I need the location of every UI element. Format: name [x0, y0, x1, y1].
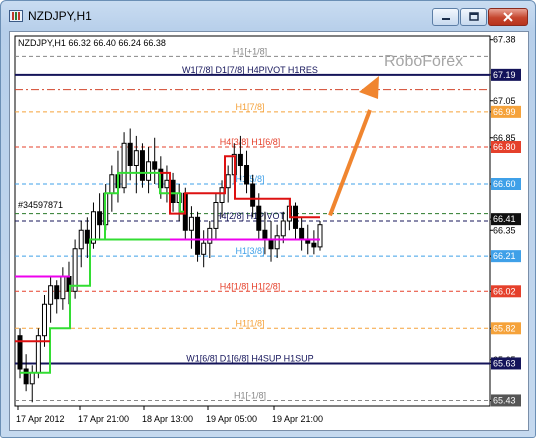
candle-body	[78, 229, 84, 250]
candle-body	[54, 285, 60, 300]
murrey-level-label: H1[5/8]	[235, 174, 264, 184]
candle-body	[262, 229, 268, 240]
candle-body	[219, 187, 225, 203]
price-label: 66.21	[493, 251, 516, 261]
candle-body	[317, 224, 323, 248]
time-label: 17 Apr 21:00	[78, 414, 129, 424]
candle-body	[170, 179, 176, 204]
candle-body	[23, 368, 29, 385]
candle-body	[250, 183, 256, 207]
candle-body	[146, 161, 152, 181]
time-label: 18 Apr 13:00	[142, 414, 193, 424]
candle-body	[225, 174, 231, 189]
price-label: 66.41	[493, 214, 516, 224]
price-label: 66.60	[493, 179, 516, 189]
candle-body	[207, 227, 213, 244]
murrey-level-label: H4[2/8] H1PIVOT	[215, 211, 286, 221]
maximize-button[interactable]	[460, 8, 487, 26]
price-label: 67.38	[493, 35, 516, 45]
window-title: NZDJPY,H1	[28, 9, 92, 23]
chart-window-icon	[9, 10, 23, 22]
roboforex-watermark: RoboForex	[384, 53, 463, 70]
price-label: 65.82	[493, 323, 516, 333]
candle-body	[311, 242, 317, 248]
minimize-icon	[441, 18, 450, 20]
close-icon	[503, 12, 513, 22]
maximize-icon	[468, 12, 479, 21]
price-chart[interactable]: H1[+1/8] W1[7/8] D1[7/8] H4PIVOT H1RES H1[…	[10, 32, 528, 430]
forecast-arrow-shaft	[328, 109, 372, 217]
murrey-level-label: H1[+1/8]	[233, 46, 267, 56]
candle-body	[29, 372, 35, 385]
close-button[interactable]	[488, 8, 528, 26]
price-label: 66.99	[493, 107, 516, 117]
price-label: 66.80	[493, 142, 516, 152]
chart-header-text: NZDJPY,H1 66.32 66.40 66.24 66.38	[18, 38, 166, 48]
candle-body	[60, 276, 66, 300]
murrey-level-label: H4[1/8] H1[2/8]	[220, 281, 281, 291]
price-label: 66.02	[493, 286, 516, 296]
time-label: 17 Apr 2012	[16, 414, 65, 424]
candle-body	[152, 161, 158, 170]
time-label: 19 Apr 21:00	[272, 414, 323, 424]
murrey-level-label: H1[7/8]	[235, 102, 264, 112]
candle-body	[213, 202, 219, 229]
candle-body	[188, 216, 194, 231]
order-annotation: #34597871	[18, 200, 63, 210]
forecast-arrow-head	[359, 76, 379, 99]
candle-body	[274, 235, 280, 250]
price-label: 66.35	[493, 225, 516, 235]
chart-area[interactable]: H1[+1/8] W1[7/8] D1[7/8] H4PIVOT H1RES H1[…	[9, 31, 529, 431]
candle-body	[237, 153, 243, 167]
candle-body	[139, 150, 145, 181]
price-label: 67.05	[493, 96, 516, 106]
candle-body	[268, 239, 274, 250]
candle-body	[201, 242, 207, 255]
candle-body	[164, 179, 170, 189]
murrey-level-label: H4[3/8] H1[6/8]	[220, 137, 281, 147]
candle-body	[90, 211, 96, 244]
minimize-button[interactable]	[432, 8, 459, 26]
candle-body	[133, 150, 139, 166]
candle-body	[48, 285, 54, 305]
murrey-level-label: H1[1/8]	[235, 318, 264, 328]
candle-body	[299, 227, 305, 240]
candle-body	[97, 211, 103, 226]
price-label: 65.43	[493, 395, 516, 405]
candle-body	[256, 205, 262, 231]
chart-window: NZDJPY,H1 H1[+1/8] W1[7/8] D1[7/8] H4PIVO…	[0, 0, 536, 438]
candle-body	[121, 142, 127, 189]
price-label: 67.19	[493, 70, 516, 80]
time-label: 19 Apr 05:00	[206, 414, 257, 424]
murrey-level-label: H1[3/8]	[235, 246, 264, 256]
candle-body	[195, 216, 201, 255]
price-label: 65.63	[493, 358, 516, 368]
candle-body	[280, 220, 286, 237]
murrey-level-label: H1[-1/8]	[234, 390, 266, 400]
candle-body	[127, 142, 133, 167]
candle-body	[109, 174, 115, 194]
title-bar[interactable]: NZDJPY,H1	[1, 1, 535, 31]
candle-body	[41, 303, 47, 337]
murrey-level-label: W1[6/8] D1[6/8] H4SUP H1SUP	[186, 353, 313, 363]
candle-body	[84, 229, 90, 244]
murrey-level-label: W1[7/8] D1[7/8] H4PIVOT H1RES	[182, 65, 318, 75]
candle-body	[244, 165, 250, 185]
